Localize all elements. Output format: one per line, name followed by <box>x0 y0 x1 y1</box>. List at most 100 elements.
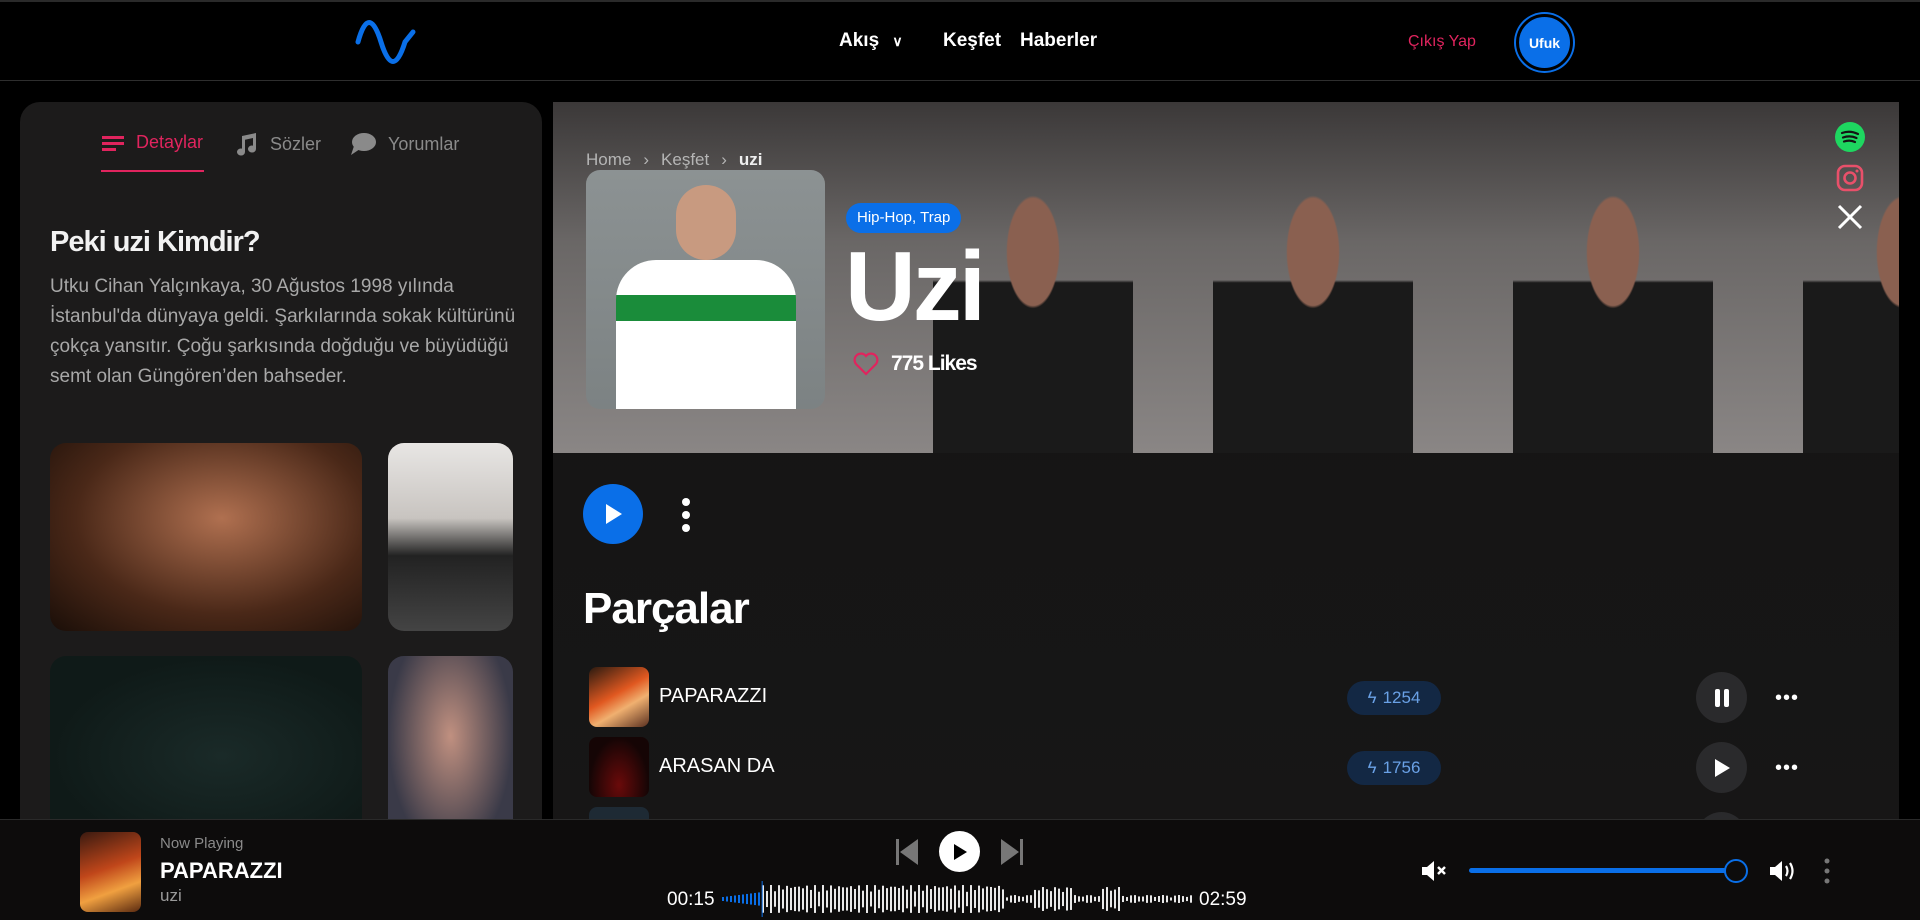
play-pause-button[interactable] <box>939 831 980 872</box>
waveform-bar <box>910 885 912 913</box>
breadcrumb: Home › Keşfet › uzi <box>586 150 763 170</box>
waveform-bar <box>1078 896 1080 902</box>
waveform-bar <box>794 886 796 912</box>
chevron-right-icon: › <box>721 150 727 169</box>
player-more-icon[interactable] <box>1823 858 1831 884</box>
waveform-bar <box>970 885 972 913</box>
waveform-bar <box>726 896 728 902</box>
tab-label: Yorumlar <box>388 133 460 154</box>
waveform-bar <box>1034 889 1036 909</box>
track-row[interactable]: ARASAN DA ϟ 1756 ••• <box>589 735 1869 799</box>
nav-kesfet[interactable]: Keşfet <box>943 30 1001 52</box>
bio-text: Utku Cihan Yalçınkaya, 30 Ağustos 1998 y… <box>50 276 516 387</box>
now-playing-artist[interactable]: uzi <box>160 886 182 906</box>
tab-yorumlar[interactable]: Yorumlar <box>350 132 459 156</box>
waveform-bar <box>1122 895 1124 903</box>
likes-count: 775 Likes <box>891 352 978 375</box>
gallery-photo[interactable] <box>50 656 362 842</box>
waveform-seekbar[interactable] <box>722 881 1194 917</box>
nav-haberler[interactable]: Haberler <box>1020 30 1097 52</box>
waveform-bar <box>750 893 752 905</box>
next-track-icon[interactable] <box>1000 838 1024 866</box>
nav-akis[interactable]: Akış ∨ <box>839 30 903 52</box>
volume-slider[interactable] <box>1469 868 1736 873</box>
now-playing-thumbnail <box>80 832 141 912</box>
waveform-bar <box>938 887 940 911</box>
waveform-bar <box>1090 895 1092 903</box>
waveform-bar <box>770 885 772 913</box>
more-options-icon[interactable] <box>681 497 691 533</box>
volume-icon[interactable] <box>1768 858 1798 884</box>
waveform-bar <box>1150 895 1152 903</box>
waveform-bar <box>918 885 920 913</box>
waveform-bar <box>842 887 844 911</box>
waveform-bar <box>874 885 876 913</box>
logout-link[interactable]: Çıkış Yap <box>1408 33 1476 51</box>
waveform-bar <box>1098 896 1100 902</box>
track-more-icon[interactable]: ••• <box>1775 688 1799 708</box>
waveform-bar <box>882 885 884 913</box>
gallery-photo[interactable] <box>388 443 513 631</box>
waveform-bar <box>1062 891 1064 907</box>
previous-track-icon[interactable] <box>895 838 919 866</box>
waveform-bar <box>826 890 828 908</box>
cover-figure-head <box>676 185 736 260</box>
spotify-icon[interactable] <box>1835 122 1865 152</box>
track-row[interactable]: PAPARAZZI ϟ 1254 ••• <box>589 665 1869 729</box>
waveform-bar <box>846 887 848 911</box>
play-track-button[interactable] <box>1696 742 1747 793</box>
playhead[interactable] <box>761 881 763 917</box>
pause-track-button[interactable] <box>1696 672 1747 723</box>
waveform-bar <box>1058 888 1060 910</box>
logo-icon[interactable] <box>355 20 417 64</box>
waveform-bar <box>986 886 988 912</box>
waveform-bar <box>1102 888 1104 910</box>
cover-figure <box>616 260 796 409</box>
mute-icon[interactable] <box>1420 859 1448 883</box>
waveform-bar <box>1142 896 1144 902</box>
x-icon[interactable] <box>1835 202 1865 232</box>
waveform-bar <box>1114 889 1116 909</box>
waveform-bar <box>814 885 816 913</box>
volume-slider-handle[interactable] <box>1724 859 1748 883</box>
bio-title: Peki uzi Kimdir? <box>50 226 261 258</box>
play-all-button[interactable] <box>583 484 643 544</box>
track-more-icon[interactable]: ••• <box>1775 758 1799 778</box>
waveform-bar <box>810 889 812 909</box>
duration: 02:59 <box>1199 889 1247 910</box>
likes: 775 Likes <box>853 352 978 376</box>
waveform-bar <box>906 889 908 909</box>
now-playing-title: PAPARAZZI <box>160 858 283 883</box>
gallery-photo[interactable] <box>50 443 362 631</box>
waveform-bar <box>834 888 836 910</box>
waveform-bar <box>798 886 800 912</box>
chevron-down-icon: ∨ <box>892 33 903 49</box>
waveform-bar <box>990 886 992 912</box>
waveform-bar <box>998 885 1000 913</box>
waveform-bar <box>1174 895 1176 903</box>
tab-sozler[interactable]: Sözler <box>234 132 321 156</box>
waveform-bar <box>1170 897 1172 901</box>
waveform-bar <box>886 888 888 910</box>
waveform-bar <box>722 897 724 901</box>
tab-detaylar[interactable]: Detaylar <box>102 132 203 153</box>
breadcrumb-kesfet[interactable]: Keşfet <box>661 150 709 170</box>
waveform-bar <box>1014 895 1016 903</box>
heart-icon[interactable] <box>853 352 879 376</box>
instagram-icon[interactable] <box>1835 163 1865 193</box>
waveform-bar <box>822 885 824 913</box>
waveform-bar <box>730 895 732 903</box>
user-avatar[interactable]: Ufuk <box>1516 14 1573 71</box>
waveform-bar <box>1110 890 1112 908</box>
gallery-photo[interactable] <box>388 656 513 842</box>
artist-details-panel: Detaylar Sözler Yorumlar Peki uzi Kimdir… <box>20 102 542 842</box>
breadcrumb-home[interactable]: Home <box>586 150 631 170</box>
tab-label: Detaylar <box>136 132 204 152</box>
waveform-bar <box>818 891 820 907</box>
waveform-bar <box>1146 895 1148 903</box>
waveform-bar <box>1066 887 1068 911</box>
artist-cover-image <box>586 170 825 409</box>
waveform-bar <box>1042 887 1044 911</box>
active-tab-indicator <box>101 170 204 172</box>
tab-label: Sözler <box>270 133 322 154</box>
